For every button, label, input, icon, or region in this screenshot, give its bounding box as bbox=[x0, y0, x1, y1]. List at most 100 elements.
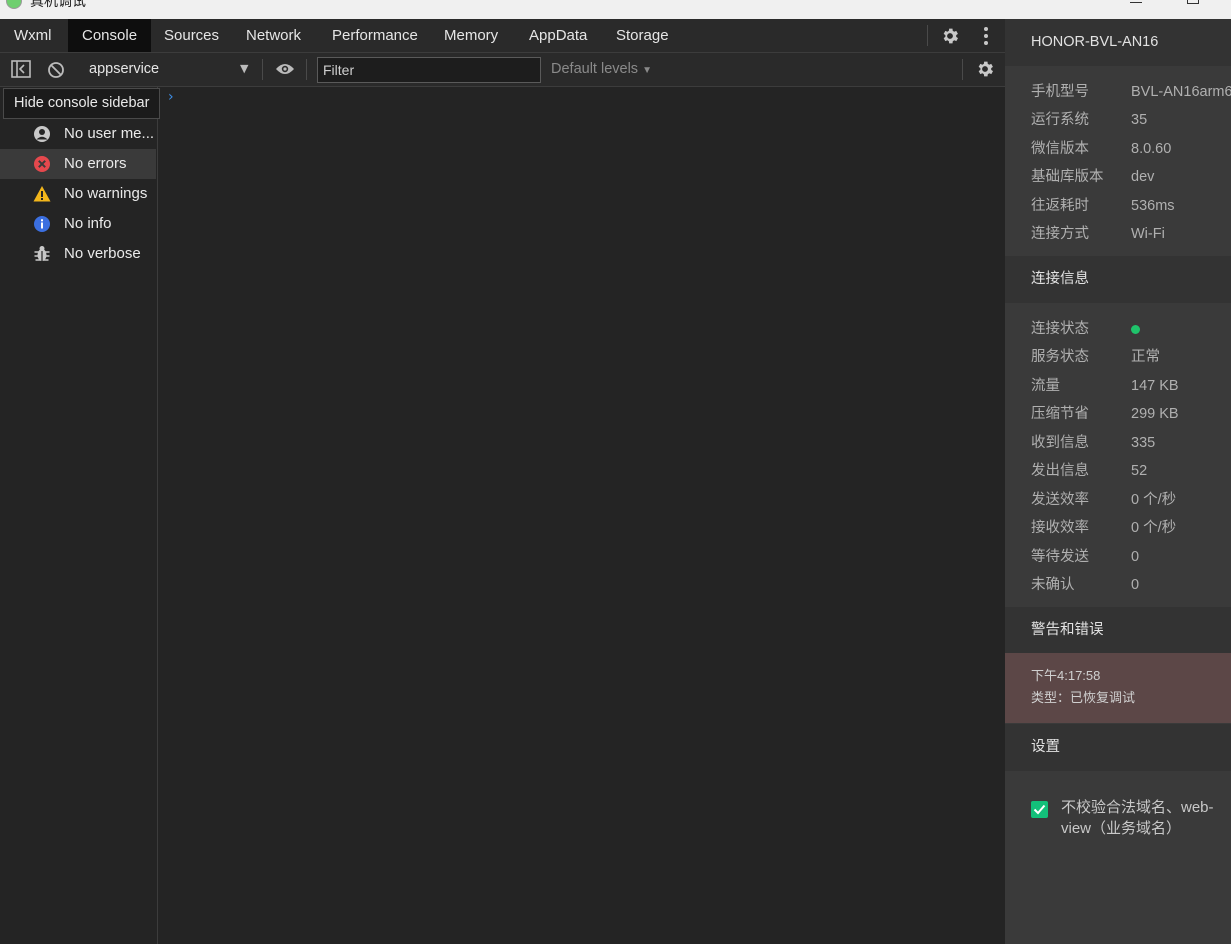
warning-time: 下午4:17:58 bbox=[1031, 668, 1101, 683]
tab-wxml[interactable]: Wxml bbox=[0, 19, 66, 52]
row-key: 连接状态 bbox=[1031, 321, 1089, 337]
window-title: 真机调试 bbox=[30, 0, 86, 9]
tab-network[interactable]: Network bbox=[232, 19, 315, 52]
bug-icon bbox=[34, 246, 50, 261]
row-key: 收到信息 bbox=[1031, 435, 1089, 451]
console-settings-gear-icon[interactable] bbox=[975, 59, 995, 83]
chevron-down-icon[interactable]: ▼ bbox=[240, 62, 248, 75]
console-toolbar: appservice ▼ Default levels ▼ bbox=[0, 53, 1005, 87]
device-row: 往返耗时 536ms bbox=[1031, 194, 1175, 215]
filter-input[interactable] bbox=[317, 57, 541, 83]
tab-bar-divider bbox=[927, 25, 928, 46]
connection-row: 接收效率 0 个/秒 bbox=[1031, 516, 1176, 537]
connection-row: 收到信息 335 bbox=[1031, 431, 1155, 452]
connection-row: 等待发送 0 bbox=[1031, 545, 1139, 566]
row-key: 服务状态 bbox=[1031, 349, 1089, 365]
toolbar-divider bbox=[306, 59, 307, 80]
domain-check-label[interactable]: 不校验合法域名、web-view（业务域名） bbox=[1061, 797, 1231, 839]
tab-performance[interactable]: Performance bbox=[318, 19, 432, 52]
row-value: Wi-Fi bbox=[1131, 226, 1165, 242]
device-row: 基础库版本 dev bbox=[1031, 165, 1154, 186]
devtools-pane: Wxml Console Sources Network Performance… bbox=[0, 19, 1005, 944]
connection-row: 发送效率 0 个/秒 bbox=[1031, 488, 1176, 509]
row-key: 等待发送 bbox=[1031, 549, 1089, 565]
app-icon bbox=[6, 0, 22, 9]
row-key: 压缩节省 bbox=[1031, 406, 1089, 422]
maximize-button[interactable] bbox=[1187, 0, 1199, 4]
sidebar-item-label: No warnings bbox=[64, 185, 148, 202]
context-selector[interactable]: appservice bbox=[89, 53, 159, 86]
row-key: 连接方式 bbox=[1031, 226, 1089, 242]
user-icon bbox=[34, 126, 50, 142]
tab-console[interactable]: Console bbox=[68, 19, 152, 52]
minimize-button[interactable] bbox=[1130, 0, 1142, 3]
sidebar-item-warnings[interactable]: No warnings bbox=[0, 179, 156, 209]
devtools-tab-bar: Wxml Console Sources Network Performance… bbox=[0, 19, 1005, 53]
tab-sources[interactable]: Sources bbox=[150, 19, 233, 52]
log-levels-dropdown[interactable]: Default levels ▼ bbox=[551, 53, 652, 86]
checkmark-icon bbox=[1033, 804, 1046, 815]
row-value: 0 个/秒 bbox=[1131, 492, 1177, 508]
row-key: 手机型号 bbox=[1031, 84, 1089, 100]
connection-row: 服务状态 正常 bbox=[1031, 345, 1160, 366]
sidebar-item-label: No verbose bbox=[64, 245, 141, 262]
sidebar-item-info[interactable]: No info bbox=[0, 209, 156, 239]
connection-row: 流量 147 KB bbox=[1031, 374, 1179, 395]
info-icon bbox=[34, 216, 50, 232]
row-value: 0 bbox=[1131, 549, 1140, 565]
clear-console-icon[interactable] bbox=[47, 61, 65, 83]
row-value: BVL-AN16arm6 bbox=[1131, 84, 1231, 100]
row-key: 未确认 bbox=[1031, 577, 1075, 593]
row-key: 接收效率 bbox=[1031, 520, 1089, 536]
row-key: 基础库版本 bbox=[1031, 169, 1104, 185]
row-key: 发送效率 bbox=[1031, 492, 1089, 508]
console-sidebar: Hide console sidebar No user me... No er… bbox=[0, 87, 161, 944]
row-value: 正常 bbox=[1131, 349, 1160, 365]
settings-gear-icon[interactable] bbox=[940, 26, 960, 50]
sidebar-item-label: No user me... bbox=[64, 125, 155, 142]
tab-storage[interactable]: Storage bbox=[602, 19, 683, 52]
tab-memory[interactable]: Memory bbox=[430, 19, 512, 52]
connection-row: 未确认 0 bbox=[1031, 573, 1139, 594]
sidebar-item-errors[interactable]: No errors bbox=[0, 149, 156, 179]
warning-type: 类型：已恢复调试 bbox=[1031, 690, 1136, 705]
connection-row: 发出信息 52 bbox=[1031, 459, 1147, 480]
log-levels-label: Default levels bbox=[551, 61, 639, 77]
row-key: 运行系统 bbox=[1031, 112, 1089, 128]
row-key: 发出信息 bbox=[1031, 463, 1089, 479]
device-info-panel: HONOR-BVL-AN16 手机型号 BVL-AN16arm6 运行系统 35 微… bbox=[1005, 19, 1231, 944]
row-value: 335 bbox=[1131, 435, 1156, 451]
error-icon bbox=[34, 156, 50, 172]
row-value: 299 KB bbox=[1131, 406, 1179, 422]
sidebar-toggle-icon[interactable] bbox=[11, 60, 31, 82]
sidebar-item-label: No info bbox=[64, 215, 112, 232]
sidebar-item-user-messages[interactable]: No user me... bbox=[0, 119, 156, 149]
row-value: 536ms bbox=[1131, 198, 1175, 214]
row-key: 微信版本 bbox=[1031, 141, 1089, 157]
tab-appdata[interactable]: AppData bbox=[515, 19, 601, 52]
live-expression-eye-icon[interactable] bbox=[275, 62, 295, 80]
warning-entry: 下午4:17:58 类型：已恢复调试 bbox=[1005, 653, 1231, 723]
row-value: 0 个/秒 bbox=[1131, 520, 1177, 536]
device-row: 连接方式 Wi-Fi bbox=[1031, 222, 1165, 243]
sidebar-tooltip: Hide console sidebar bbox=[3, 88, 161, 119]
row-value: dev bbox=[1131, 169, 1155, 185]
row-key: 流量 bbox=[1031, 378, 1060, 394]
warning-icon bbox=[33, 186, 51, 202]
more-options-icon[interactable] bbox=[980, 26, 992, 50]
settings-section-header: 设置 bbox=[1005, 724, 1231, 771]
device-name-header: HONOR-BVL-AN16 bbox=[1005, 19, 1231, 66]
row-value: 52 bbox=[1131, 463, 1148, 479]
warnings-section-header: 警告和错误 bbox=[1005, 607, 1231, 654]
sidebar-item-label: No errors bbox=[64, 155, 127, 172]
connection-section-header: 连接信息 bbox=[1005, 256, 1231, 303]
row-key: 往返耗时 bbox=[1031, 198, 1089, 214]
row-value: 35 bbox=[1131, 112, 1148, 128]
toolbar-divider bbox=[962, 59, 963, 80]
status-indicator-dot bbox=[1131, 324, 1140, 334]
sidebar-item-verbose[interactable]: No verbose bbox=[0, 239, 156, 269]
row-value: 0 bbox=[1131, 577, 1140, 593]
console-prompt-chevron-icon[interactable]: › bbox=[168, 89, 174, 105]
chevron-down-icon: ▼ bbox=[642, 65, 652, 76]
domain-check-checkbox[interactable] bbox=[1031, 801, 1048, 818]
